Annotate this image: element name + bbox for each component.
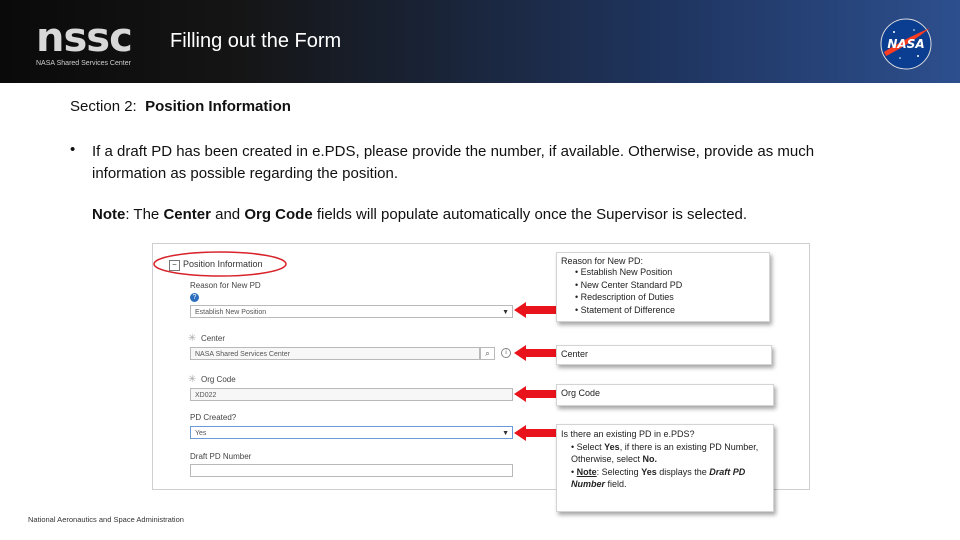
slide-title: Filling out the Form <box>170 30 342 52</box>
nssc-logo-subtitle: NASA Shared Services Center <box>36 60 131 67</box>
section-heading: Section 2: Position Information <box>70 98 291 115</box>
reason-option: Statement of Difference <box>580 304 676 315</box>
callout-center: Center <box>556 345 772 365</box>
help-icon[interactable]: ? <box>190 293 199 302</box>
note-org: Org Code <box>244 206 313 223</box>
form-section-title: Position Information <box>183 259 263 269</box>
callout-pd-title: Is there an existing PD in e.PDS? <box>561 429 695 439</box>
reason-option: Establish New Position <box>580 267 673 277</box>
required-asterisk-icon: ✳ <box>188 333 197 344</box>
text-run: : Selecting <box>596 466 642 477</box>
org-code-label: Org Code <box>201 375 236 384</box>
pd-created-value: Yes <box>195 430 207 437</box>
section-name: Position Information <box>145 98 291 115</box>
draft-pd-label: Draft PD Number <box>190 452 252 461</box>
note-part: and <box>210 206 245 223</box>
text-run: displays the <box>656 466 710 477</box>
arrow-center-icon <box>514 345 560 361</box>
text-run: Yes <box>604 441 620 452</box>
reason-select-value: Establish New Position <box>195 309 267 316</box>
required-asterisk-icon: ✳ <box>188 374 197 385</box>
note-part: fields will populate automatically once … <box>312 206 748 223</box>
arrow-org-icon <box>514 386 560 402</box>
reason-option: New Center Standard PD <box>580 279 683 290</box>
nasa-logo-text: NASA <box>887 37 924 51</box>
chevron-down-icon: ▼ <box>502 430 509 437</box>
collapse-toggle-icon[interactable]: − <box>169 260 180 271</box>
callout-pd-item-note: • Note: Selecting Yes displays the Draft… <box>571 466 746 490</box>
note-text: Note: The Center and Org Code fields wil… <box>92 206 747 223</box>
nssc-logo: nssc <box>36 15 133 61</box>
section-prefix: Section 2: <box>70 98 137 115</box>
center-label: Center <box>201 334 226 343</box>
nasa-meatball-logo: NASA <box>880 18 932 70</box>
callout-reason-item: • Redescription of Duties <box>575 292 674 302</box>
text-run: Select <box>576 441 605 452</box>
note-center: Center <box>163 206 211 223</box>
chevron-down-icon: ▼ <box>502 309 509 316</box>
reason-label: Reason for New PD <box>190 281 261 290</box>
text-run: Yes <box>641 466 657 477</box>
callout-pd-item-select: • Select Yes, if there is an existing PD… <box>571 441 759 465</box>
reason-select[interactable]: Establish New Position ▼ <box>190 305 513 318</box>
note-part: : The <box>125 206 164 223</box>
arrow-pd-icon <box>514 425 560 441</box>
header-banner: nssc NASA Shared Services Center Filling… <box>0 0 960 83</box>
callout-reason-item: • Establish New Position <box>575 267 673 277</box>
org-code-field[interactable]: XD022 <box>190 388 513 401</box>
pd-created-label: PD Created? <box>190 413 237 422</box>
center-field[interactable]: NASA Shared Services Center <box>190 347 480 360</box>
footer-text: National Aeronautics and Space Administr… <box>28 515 184 524</box>
callout-reason-item: • New Center Standard PD <box>575 279 683 290</box>
search-icon[interactable]: ⌕ <box>480 347 495 360</box>
note-label: Note <box>92 206 126 223</box>
org-code-value: XD022 <box>195 392 217 399</box>
text-run: field. <box>605 479 627 489</box>
callout-org: Org Code <box>556 384 774 406</box>
callout-pd-created: Is there an existing PD in e.PDS? • Sele… <box>556 424 774 512</box>
pd-created-select[interactable]: Yes ▼ <box>190 426 513 439</box>
bullet-glyph: • <box>70 141 76 158</box>
center-field-value: NASA Shared Services Center <box>195 351 290 358</box>
callout-reason: Reason for New PD: • Establish New Posit… <box>556 252 770 322</box>
reason-option: Redescription of Duties <box>580 292 674 302</box>
callout-reason-item: • Statement of Difference <box>575 304 676 315</box>
text-run: Note <box>576 466 597 477</box>
text-run: No. <box>642 454 658 464</box>
callout-reason-title: Reason for New PD: <box>561 256 644 266</box>
arrow-reason-icon <box>514 302 560 318</box>
draft-pd-input[interactable] <box>190 464 513 477</box>
instruction-bullet: If a draft PD has been created in e.PDS,… <box>92 143 815 182</box>
info-icon[interactable]: i <box>501 348 511 358</box>
